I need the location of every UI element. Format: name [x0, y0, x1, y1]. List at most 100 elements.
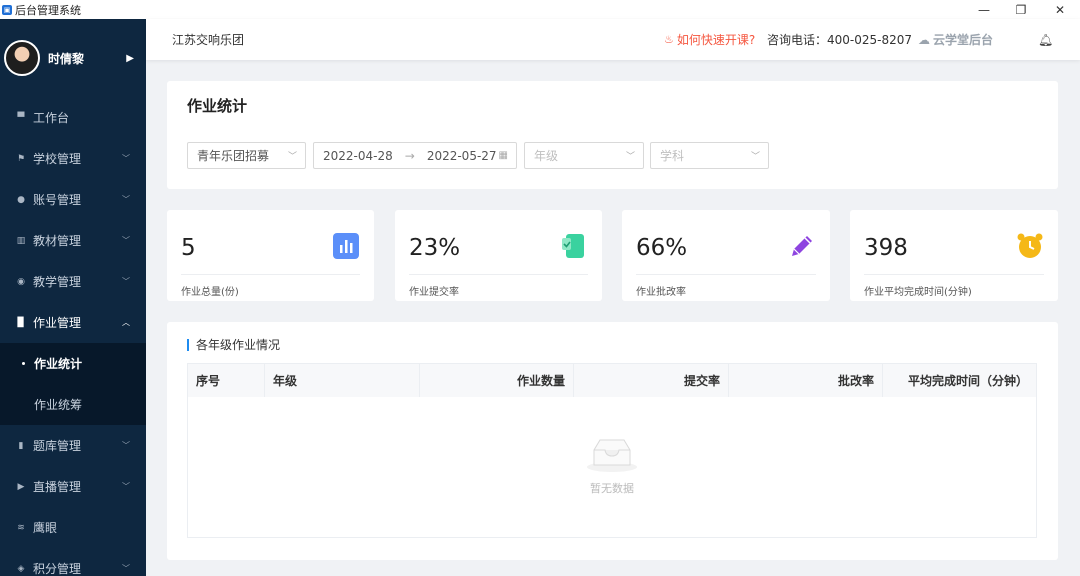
chevron-down-icon: ﹀	[122, 441, 130, 450]
sidebar-item-label: 鹰眼	[33, 521, 58, 535]
minimize-button[interactable]: —	[964, 0, 1004, 19]
sidebar-item-label: 账号管理	[33, 193, 82, 207]
sidebar: 时倩黎 ▶ ▀ 工作台 ⚑ 学校管理 ﹀ ● 账号管理 ﹀ ▥ 教材管理 ﹀ ◉…	[0, 19, 146, 576]
question-bank-icon: ▮	[18, 440, 24, 451]
empty-inbox-icon	[587, 439, 637, 472]
title-accent-bar	[187, 338, 189, 351]
sidebar-subitem-label: 作业统计	[34, 357, 83, 371]
empty-text: 暂无数据	[590, 482, 634, 495]
sidebar-item-question-bank[interactable]: ▮ 题库管理 ﹀	[0, 425, 146, 466]
sidebar-item-label: 学校管理	[33, 152, 82, 166]
stat-label: 作业批改率	[636, 287, 686, 298]
sidebar-item-school[interactable]: ⚑ 学校管理 ﹀	[0, 138, 146, 179]
divider	[409, 274, 588, 275]
table-header: 序号 年级 作业数量 提交率 批改率 平均完成时间（分钟）	[188, 364, 1036, 397]
bar-chart-icon	[333, 233, 359, 259]
chevron-down-icon: ﹀	[122, 277, 130, 286]
avatar	[4, 40, 40, 76]
sidebar-subitem-homework-plan[interactable]: 作业统筹	[0, 384, 146, 425]
chevron-down-icon: ﹀	[122, 236, 130, 245]
user-name: 时倩黎	[48, 51, 85, 66]
sidebar-subitem-homework-stats[interactable]: 作业统计	[0, 343, 146, 384]
stat-value: 5	[181, 235, 196, 261]
sidebar-item-label: 教学管理	[33, 275, 82, 289]
stat-value: 66%	[636, 235, 688, 261]
submit-icon	[562, 234, 584, 258]
contact-phone: 咨询电话：400-025-8207	[767, 33, 913, 47]
chevron-down-icon: ﹀	[122, 564, 130, 573]
pencil-icon	[792, 236, 812, 256]
stat-value: 23%	[409, 235, 461, 261]
column-header-submit-rate[interactable]: 提交率	[574, 364, 729, 397]
sidebar-item-homework[interactable]: ▉ 作业管理 ︿	[0, 302, 146, 343]
help-link[interactable]: ♨ 如何快速开课?	[664, 31, 755, 48]
grade-select[interactable]: 年级 ﹀	[524, 142, 644, 169]
restore-button[interactable]: ❐	[1001, 0, 1041, 19]
fire-icon: ♨	[664, 33, 674, 46]
book-icon: ▥	[16, 235, 26, 246]
chevron-down-icon: ﹀	[287, 152, 297, 162]
app-icon: ▣	[2, 4, 12, 15]
sidebar-item-label: 题库管理	[33, 439, 82, 453]
chevron-down-icon: ﹀	[122, 482, 130, 491]
org-select-value: 青年乐团招募	[197, 149, 270, 163]
sidebar-item-label: 作业管理	[33, 316, 82, 330]
subject-select[interactable]: 学科 ﹀	[650, 142, 769, 169]
stat-label: 作业平均完成时间(分钟)	[864, 287, 972, 298]
sidebar-item-label: 工作台	[33, 111, 70, 125]
column-header-index[interactable]: 序号	[188, 364, 265, 397]
column-header-grade[interactable]: 年级	[265, 364, 420, 397]
sidebar-item-eagle-eye[interactable]: ≋ 鹰眼	[0, 507, 146, 548]
filter-panel: 作业统计 青年乐团招募 ﹀ 2022-04-28 → 2022-05-27 ▦ …	[167, 81, 1058, 189]
sidebar-item-live[interactable]: ▶ 直播管理 ﹀	[0, 466, 146, 507]
arrow-right-icon: →	[404, 148, 415, 163]
stat-card-grade-rate: 66% 作业批改率	[622, 210, 830, 301]
close-button[interactable]: ✕	[1040, 0, 1080, 19]
divider	[636, 274, 816, 275]
stat-card-total: 5 作业总量(份)	[167, 210, 374, 301]
sidebar-item-account[interactable]: ● 账号管理 ﹀	[0, 179, 146, 220]
chevron-up-icon: ︿	[122, 318, 130, 327]
sidebar-item-points[interactable]: ◈ 积分管理 ﹀	[0, 548, 146, 576]
alarm-clock-icon	[1017, 233, 1043, 258]
section-title: 各年级作业情况	[187, 336, 280, 353]
live-icon: ▶	[17, 481, 25, 492]
column-header-grade-rate[interactable]: 批改率	[729, 364, 883, 397]
column-header-homework-count[interactable]: 作业数量	[420, 364, 574, 397]
grade-placeholder: 年级	[534, 149, 559, 163]
date-start: 2022-04-28	[323, 148, 393, 163]
sidebar-item-workbench[interactable]: ▀ 工作台	[0, 97, 146, 138]
page-title: 作业统计	[187, 97, 248, 115]
column-header-avg-time[interactable]: 平均完成时间（分钟）	[883, 364, 1036, 397]
sidebar-item-label: 积分管理	[33, 562, 82, 576]
stat-value: 398	[864, 235, 908, 261]
sidebar-item-label: 直播管理	[33, 480, 82, 494]
sidebar-item-textbook[interactable]: ▥ 教材管理 ﹀	[0, 220, 146, 261]
stat-label: 作业总量(份)	[181, 287, 239, 298]
homework-icon: ▉	[17, 317, 25, 328]
sidebar-item-teaching[interactable]: ◉ 教学管理 ﹀	[0, 261, 146, 302]
points-icon: ◈	[17, 563, 25, 574]
monitor-icon: ▀	[17, 112, 25, 123]
teacher-icon: ◉	[17, 276, 25, 287]
date-end: 2022-05-27	[426, 148, 497, 163]
window-titlebar: ▣ 后台管理系统 — ❐ ✕	[0, 0, 1080, 19]
chevron-down-icon: ﹀	[122, 154, 130, 163]
chevron-down-icon: ﹀	[750, 152, 760, 162]
org-select[interactable]: 青年乐团招募 ﹀	[187, 142, 306, 169]
stat-card-submit-rate: 23% 作业提交率	[395, 210, 602, 301]
divider	[181, 274, 360, 275]
help-link-label: 如何快速开课?	[676, 33, 756, 47]
date-range-picker[interactable]: 2022-04-28 → 2022-05-27 ▦	[313, 142, 517, 169]
chevron-down-icon: ﹀	[625, 152, 635, 162]
chevron-down-icon: ﹀	[122, 195, 130, 204]
sidebar-item-label: 教材管理	[33, 234, 82, 248]
section-title-text: 各年级作业情况	[196, 338, 281, 352]
bell-icon[interactable]: 🔔︎	[1038, 33, 1053, 47]
stat-label: 作业提交率	[409, 287, 459, 298]
divider	[864, 274, 1044, 275]
cloud-icon: ☁	[918, 32, 930, 47]
eagle-eye-icon: ≋	[17, 522, 25, 533]
grade-homework-panel: 各年级作业情况 序号 年级 作业数量 提交率 批改率 平均完成时间（分钟） 暂无…	[167, 322, 1058, 560]
user-profile[interactable]: 时倩黎 ▶	[0, 19, 146, 97]
